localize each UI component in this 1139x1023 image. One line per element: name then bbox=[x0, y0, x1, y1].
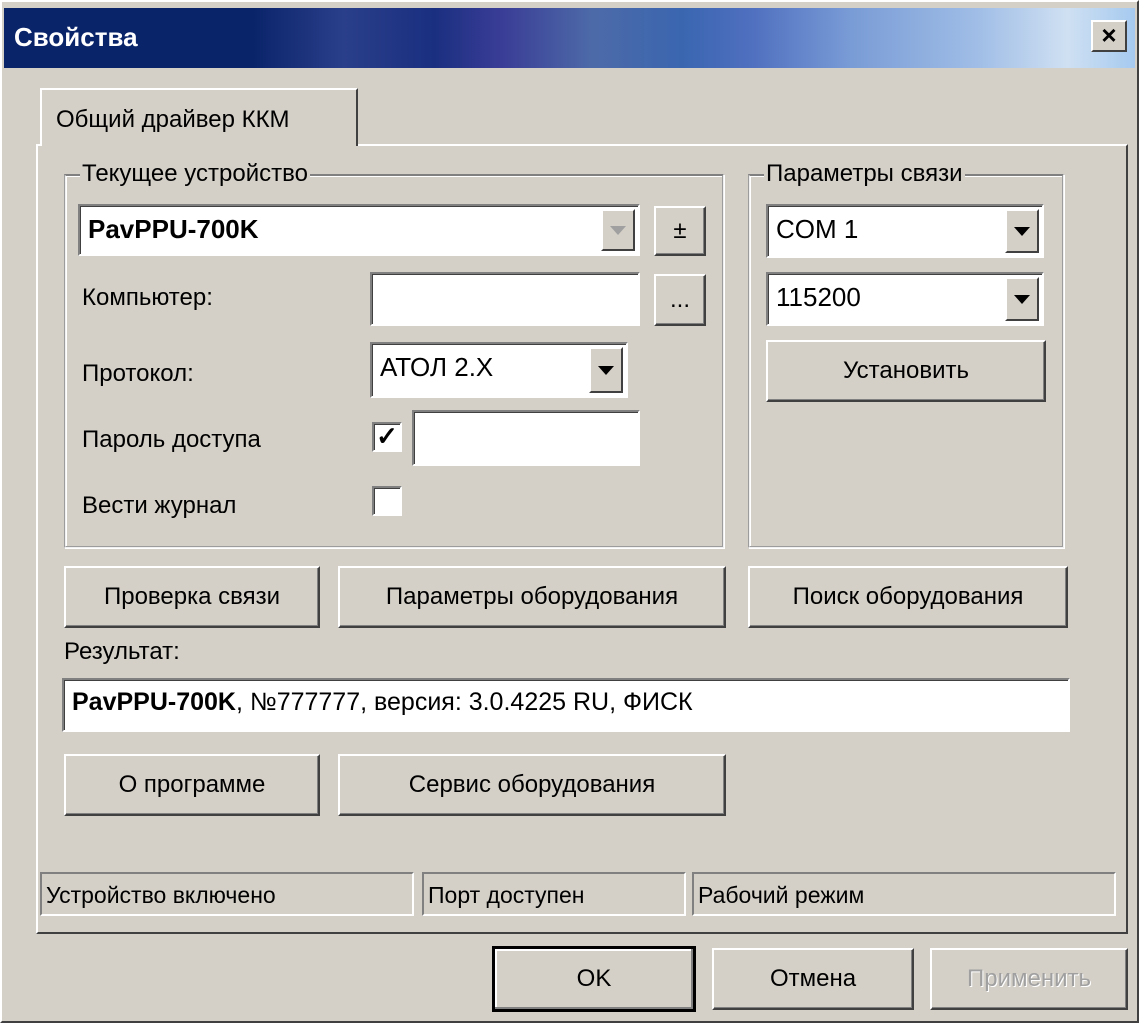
status-work-mode-text: Рабочий режим bbox=[698, 882, 865, 908]
password-label: Пароль доступа bbox=[82, 426, 261, 453]
chevron-down-icon[interactable] bbox=[1005, 209, 1039, 253]
cancel-label: Отмена bbox=[769, 965, 857, 992]
cancel-button[interactable]: Отмена bbox=[712, 948, 914, 1010]
about-label: О программе bbox=[118, 771, 266, 798]
computer-input[interactable] bbox=[370, 272, 640, 326]
baud-select[interactable]: 115200 bbox=[766, 272, 1044, 326]
protocol-select-value: АТОЛ 2.X bbox=[380, 352, 494, 382]
check-connection-label: Проверка связи bbox=[103, 583, 281, 610]
equipment-service-button[interactable]: Сервис оборудования bbox=[338, 754, 726, 816]
about-button[interactable]: О программе bbox=[64, 754, 320, 816]
browse-computer-button[interactable]: ... bbox=[654, 274, 706, 326]
status-port-available: Порт доступен bbox=[422, 872, 686, 916]
checkmark-icon: ✓ bbox=[376, 421, 398, 451]
apply-label: Применить bbox=[966, 965, 1091, 992]
search-equipment-button[interactable]: Поиск оборудования bbox=[748, 566, 1068, 628]
current-device-legend: Текущее устройство bbox=[80, 160, 310, 188]
result-label: Результат: bbox=[64, 638, 180, 665]
password-input[interactable] bbox=[412, 410, 640, 466]
close-button[interactable]: × bbox=[1091, 20, 1127, 52]
connection-params-legend: Параметры связи bbox=[764, 160, 965, 188]
protocol-label: Протокол: bbox=[82, 360, 194, 387]
title-bar[interactable]: Свойства × bbox=[4, 8, 1135, 68]
status-port-available-text: Порт доступен bbox=[428, 882, 585, 908]
close-icon: × bbox=[1101, 20, 1117, 50]
window-title: Свойства bbox=[14, 22, 138, 52]
check-connection-button[interactable]: Проверка связи bbox=[64, 566, 320, 628]
device-select-value: PavPPU-700K bbox=[88, 214, 259, 244]
ellipsis-icon: ... bbox=[669, 286, 690, 313]
port-select[interactable]: COM 1 bbox=[766, 204, 1044, 258]
result-device: PavPPU-700K bbox=[72, 688, 236, 716]
chevron-down-icon[interactable] bbox=[1005, 277, 1039, 321]
result-field: PavPPU-700K, №777777, версия: 3.0.4225 R… bbox=[62, 678, 1070, 732]
equipment-params-label: Параметры оборудования bbox=[385, 583, 679, 610]
chevron-down-icon[interactable] bbox=[589, 347, 623, 393]
equipment-service-label: Сервис оборудования bbox=[408, 771, 656, 798]
baud-select-value: 115200 bbox=[776, 282, 861, 312]
search-equipment-label: Поиск оборудования bbox=[792, 583, 1024, 610]
ok-label: OK bbox=[576, 965, 612, 992]
equipment-params-button[interactable]: Параметры оборудования bbox=[338, 566, 726, 628]
password-checkbox[interactable]: ✓ bbox=[372, 422, 402, 452]
log-label: Вести журнал bbox=[82, 492, 237, 519]
apply-button[interactable]: Применить bbox=[930, 948, 1128, 1010]
device-select[interactable]: PavPPU-700K bbox=[78, 204, 640, 256]
chevron-down-icon[interactable] bbox=[601, 209, 635, 251]
ok-button[interactable]: OK bbox=[492, 946, 696, 1012]
status-work-mode: Рабочий режим bbox=[692, 872, 1116, 916]
set-connection-label: Установить bbox=[843, 357, 969, 384]
computer-label: Компьютер: bbox=[82, 284, 213, 311]
add-remove-device-button[interactable]: ± bbox=[654, 206, 706, 256]
properties-dialog: Свойства × Общий драйвер ККМ Текущее уст… bbox=[0, 0, 1139, 1023]
status-device-on-text: Устройство включено bbox=[46, 882, 276, 908]
result-details: , №777777, версия: 3.0.4225 RU, ФИСК bbox=[235, 688, 693, 716]
port-select-value: COM 1 bbox=[776, 214, 859, 244]
plus-minus-icon: ± bbox=[673, 217, 687, 244]
protocol-select[interactable]: АТОЛ 2.X bbox=[370, 342, 628, 398]
log-checkbox[interactable] bbox=[372, 486, 402, 516]
tab-label: Общий драйвер ККМ bbox=[56, 106, 290, 133]
tab-general-driver[interactable]: Общий драйвер ККМ bbox=[40, 88, 358, 146]
status-device-on: Устройство включено bbox=[40, 872, 414, 916]
set-connection-button[interactable]: Установить bbox=[766, 340, 1046, 402]
